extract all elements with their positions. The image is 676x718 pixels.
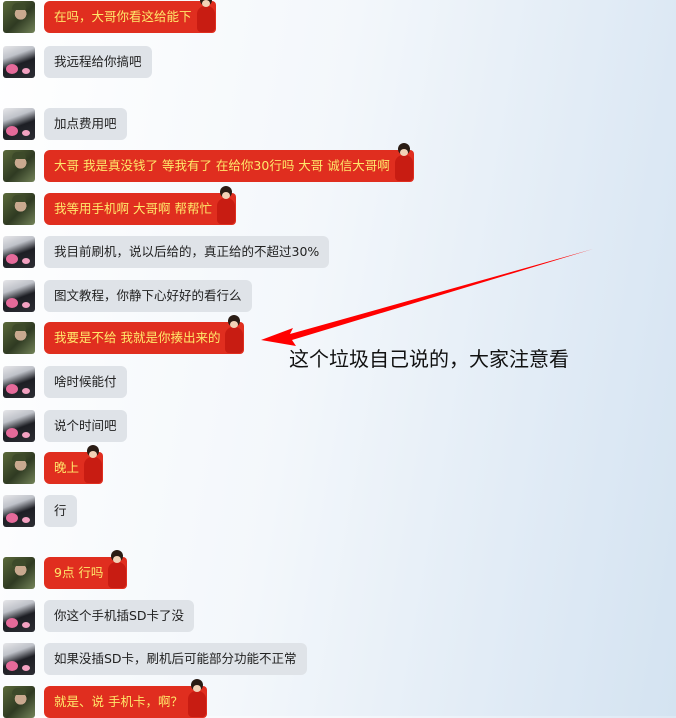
arrow-shape [261,249,593,346]
annotation-text: 这个垃圾自己说的，大家注意看 [289,347,569,371]
